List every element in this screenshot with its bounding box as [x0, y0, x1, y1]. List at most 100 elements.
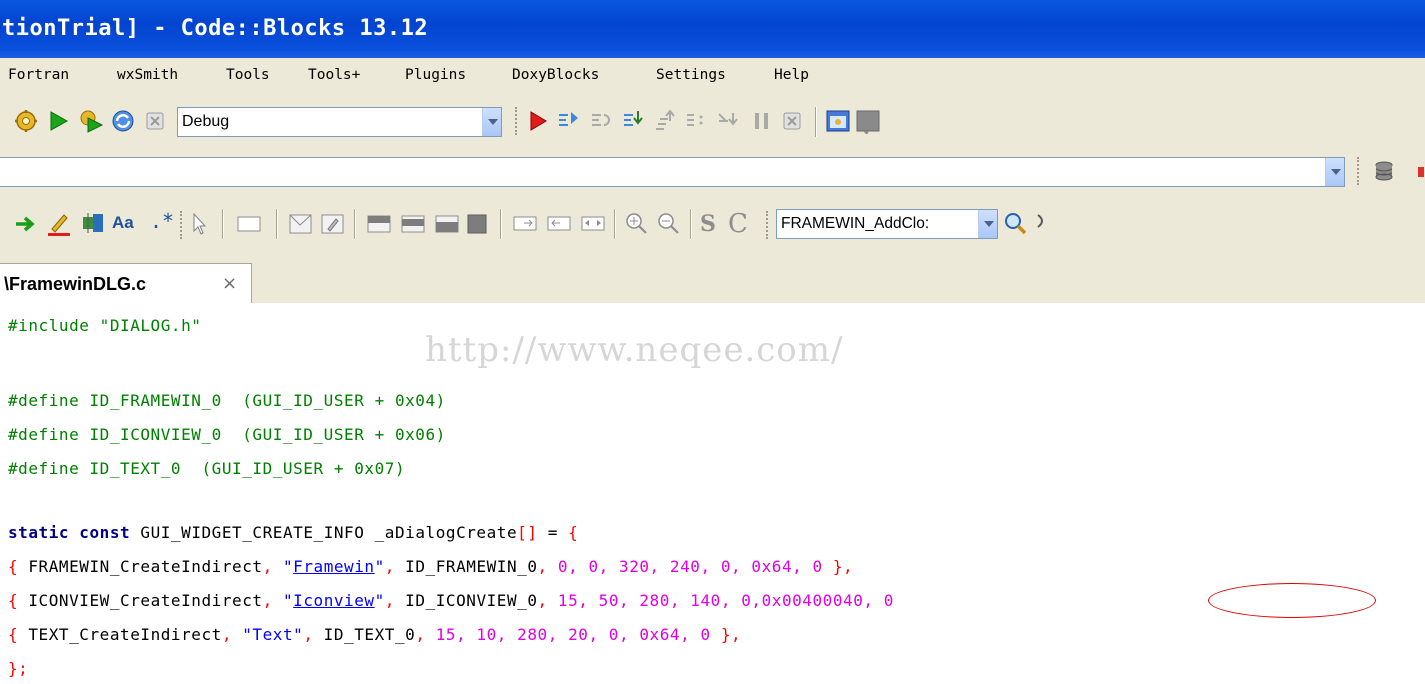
- assign-op: =: [537, 523, 569, 542]
- zoom-in-icon[interactable]: [624, 211, 650, 237]
- layout-bottom-icon[interactable]: [434, 213, 460, 235]
- quote: ": [272, 591, 294, 610]
- code-line-text: { TEXT_CreateIndirect, "Text", ID_TEXT_0…: [8, 625, 741, 644]
- next-instruction-icon[interactable]: [684, 109, 710, 133]
- identifier: ID_ICONVIEW_0: [394, 591, 538, 610]
- comma: ,: [221, 625, 233, 644]
- menu-fortran[interactable]: Fortran: [8, 67, 69, 83]
- pause-icon[interactable]: [752, 111, 772, 131]
- debug-start-icon[interactable]: [527, 110, 549, 132]
- code-line-define-text: #define ID_TEXT_0 (GUI_ID_USER + 0x07): [8, 459, 406, 478]
- toolbar-separator: [614, 209, 616, 239]
- keyword-static: static: [8, 523, 70, 542]
- code-line-define-iconview: #define ID_ICONVIEW_0 (GUI_ID_USER + 0x0…: [8, 425, 446, 444]
- toolbar-grip[interactable]: [766, 211, 771, 239]
- highlight-pen-icon[interactable]: [46, 209, 72, 237]
- code-line-static-const: static const GUI_WIDGET_CREATE_INFO _aDi…: [8, 523, 578, 542]
- menu-help[interactable]: Help: [774, 67, 809, 83]
- toolbar-separator: [276, 209, 278, 239]
- jump-arrow-icon[interactable]: [14, 213, 38, 235]
- comma: ,: [262, 557, 273, 576]
- build-and-run-icon[interactable]: [78, 108, 104, 134]
- comma: ,: [537, 557, 548, 576]
- brace: },: [832, 557, 854, 576]
- align-left-icon[interactable]: [546, 215, 572, 233]
- function-select-value: FRAMEWIN_AddClo:: [781, 215, 930, 232]
- toolbar-separator: [815, 107, 817, 137]
- comma: ,: [384, 557, 395, 576]
- code-line-define-framewin: #define ID_FRAMEWIN_0 (GUI_ID_USER + 0x0…: [8, 391, 446, 410]
- menu-plugins[interactable]: Plugins: [405, 67, 466, 83]
- chevron-down-icon[interactable]: [978, 210, 997, 238]
- code-line-iconview: { ICONVIEW_CreateIndirect, "Iconview", I…: [8, 591, 894, 610]
- stop-debugger-icon[interactable]: [782, 111, 802, 131]
- rebuild-icon[interactable]: [110, 108, 136, 134]
- build-target-value: Debug: [182, 113, 230, 130]
- string-link[interactable]: Framewin: [293, 557, 374, 576]
- abort-icon[interactable]: [145, 111, 165, 131]
- menu-settings[interactable]: Settings: [656, 67, 726, 83]
- c-style-icon[interactable]: C: [728, 209, 748, 239]
- menu-tools-plus[interactable]: Tools+: [308, 67, 360, 83]
- string-link[interactable]: Iconview: [293, 591, 374, 610]
- numeric-args: 0, 0, 320, 240, 0, 0x64, 0: [547, 557, 833, 576]
- layout-middle-icon[interactable]: [400, 213, 426, 235]
- quote: ": [374, 557, 385, 576]
- chevron-down-icon[interactable]: [482, 108, 501, 136]
- panel-icon[interactable]: [236, 213, 262, 235]
- build-gear-icon[interactable]: [14, 109, 38, 133]
- message-icon[interactable]: [288, 211, 314, 237]
- numeric-args: 15, 50, 280, 140, 0,: [547, 591, 762, 610]
- comma: ,: [384, 591, 395, 610]
- menu-wxsmith[interactable]: wxSmith: [117, 67, 178, 83]
- run-to-cursor-icon[interactable]: [556, 109, 582, 133]
- function-name: TEXT_CreateIndirect: [18, 625, 222, 644]
- toolbar-grip[interactable]: [1357, 157, 1362, 185]
- replace-icon[interactable]: [1034, 211, 1048, 237]
- code-line-close: };: [8, 659, 29, 678]
- toolbar-grip[interactable]: [180, 211, 185, 239]
- layout-fill-icon[interactable]: [466, 213, 488, 235]
- code-line-framewin: { FRAMEWIN_CreateIndirect, "Framewin", I…: [8, 557, 853, 576]
- search-icon[interactable]: [1002, 210, 1030, 238]
- string-literal: "Text": [232, 625, 304, 644]
- step-into-instruction-icon[interactable]: [716, 109, 742, 133]
- tab-framewindlg[interactable]: \FramewinDLG.c ×: [0, 263, 252, 305]
- array-brackets: []: [517, 523, 538, 542]
- function-select[interactable]: FRAMEWIN_AddClo:: [776, 209, 998, 239]
- declaration-text: GUI_WIDGET_CREATE_INFO _aDialogCreate: [130, 523, 518, 542]
- menu-doxyblocks[interactable]: DoxyBlocks: [512, 67, 599, 83]
- next-line-icon[interactable]: [589, 109, 615, 133]
- align-right-icon[interactable]: [512, 215, 538, 233]
- quote: ": [272, 557, 294, 576]
- s-style-icon[interactable]: S: [700, 211, 716, 237]
- toolbar-grip[interactable]: [515, 107, 520, 135]
- pointer-icon[interactable]: [188, 211, 210, 237]
- expand-icon[interactable]: [580, 215, 606, 233]
- tab-label: \FramewinDLG.c: [4, 274, 147, 294]
- run-icon[interactable]: [47, 109, 69, 133]
- toolbar-separator: [500, 209, 502, 239]
- database-icon[interactable]: [1372, 159, 1398, 185]
- build-target-select[interactable]: Debug: [177, 107, 502, 137]
- debugging-windows-icon[interactable]: [825, 108, 851, 134]
- various-info-icon[interactable]: [855, 108, 881, 134]
- regex-icon[interactable]: .*: [150, 209, 174, 233]
- close-icon[interactable]: ×: [222, 273, 237, 294]
- warning-marker-icon[interactable]: [1412, 165, 1425, 179]
- menu-tools[interactable]: Tools: [226, 67, 270, 83]
- code-line-include: #include "DIALOG.h": [8, 316, 202, 335]
- zoom-out-icon[interactable]: [656, 211, 682, 237]
- quote: ": [374, 591, 385, 610]
- edit-text-icon[interactable]: [320, 211, 346, 237]
- chevron-down-icon[interactable]: [1325, 158, 1344, 186]
- window-title: tionTrial] - Code::Blocks 13.12: [2, 16, 429, 41]
- step-out-icon[interactable]: [652, 109, 678, 133]
- comma: ,: [262, 591, 273, 610]
- step-into-icon[interactable]: [621, 109, 647, 133]
- insert-widget-icon[interactable]: [80, 211, 106, 235]
- layout-top-icon[interactable]: [366, 213, 392, 235]
- code-scope-select[interactable]: [0, 157, 1345, 187]
- font-aa-icon[interactable]: Aa: [112, 213, 134, 233]
- brace: {: [8, 557, 19, 576]
